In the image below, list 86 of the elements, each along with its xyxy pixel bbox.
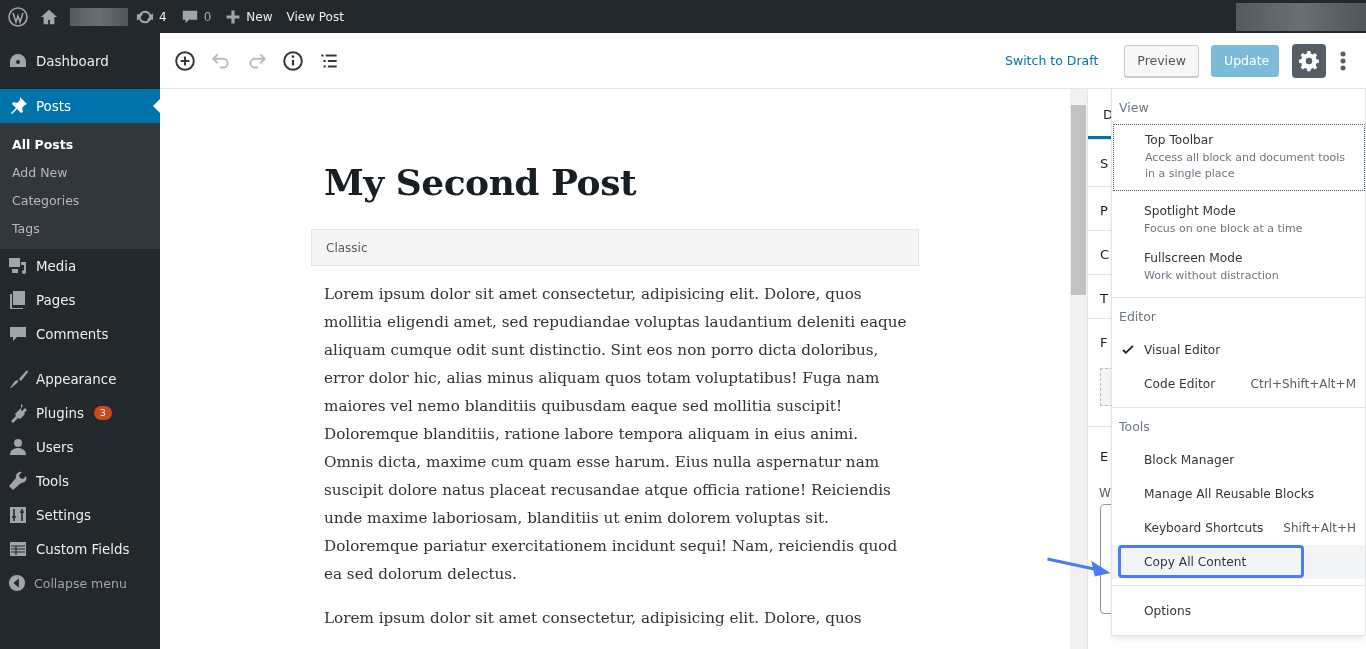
paragraph[interactable]: Lorem ipsum dolor sit amet consectetur, adipisicing elit. Dolore, quos bbox=[324, 604, 911, 632]
update-badge: 3 bbox=[93, 406, 112, 420]
block-label: Classic bbox=[326, 240, 368, 255]
item-title: Code Editor bbox=[1144, 377, 1216, 391]
sidebar-item[interactable]: Settings bbox=[0, 498, 160, 532]
menu-item[interactable]: Spotlight Mode Focus on one block at a time bbox=[1112, 197, 1365, 244]
sidebar-item[interactable]: Users bbox=[0, 430, 160, 464]
media-icon bbox=[8, 256, 28, 276]
group-label: View bbox=[1118, 99, 1150, 117]
submenu-item[interactable]: Tags bbox=[0, 214, 160, 242]
preview-button[interactable]: Preview bbox=[1124, 44, 1199, 77]
menu-item[interactable]: Options bbox=[1112, 594, 1365, 628]
sliders-icon bbox=[8, 505, 28, 525]
sidebar-item[interactable]: Dashboard bbox=[0, 44, 160, 78]
paragraph[interactable]: Lorem ipsum dolor sit amet consectetur, adipisicing elit. Dolore, quos mollitia eligendi amet, sed repudiandae voluptas laudantium deleniti eaque aliquam cumque odit sunt distinctio. Sint eos non porro dicta doloribus, error dolor hic, alias minus aliquam quos totam voluptatibus! Fuga nam maiores vel nemo blanditiis quibusdam eaque sed mollitia suscipit! Doloremque blanditiis, ratione labore tempora aliquam in eius animi. Omnis dicta, maxime cum quam esse harum. Eius nulla aspernatur nam suscipit dolore natus placeat recusandae atque officia ratione! Reiciendis unde maxime laboriosam, blanditiis ut enim dolorem voluptas sit. Doloremque pariatur exercitationem incidunt sequi! Nam, reiciendis quod ea sed dolorum delectus. bbox=[324, 280, 911, 588]
plus-icon bbox=[225, 8, 242, 25]
item-description: Access all block and document tools in a single place bbox=[1145, 150, 1346, 182]
item-description: Work without distraction bbox=[1144, 268, 1280, 284]
shortcut-text: Shift+Alt+H bbox=[1283, 521, 1356, 535]
item-title: Spotlight Mode bbox=[1144, 204, 1236, 218]
menu-item[interactable]: Code Editor Ctrl+Shift+Alt+M bbox=[1112, 367, 1365, 401]
section-title: F bbox=[1100, 335, 1108, 350]
more-vertical-icon bbox=[1340, 49, 1346, 72]
submenu-item[interactable]: Add New bbox=[0, 158, 160, 186]
comments-link[interactable]: 0 bbox=[180, 7, 212, 26]
wordpress-logo-icon bbox=[8, 6, 28, 27]
menu-item[interactable]: Manage All Reusable Blocks bbox=[1112, 477, 1365, 511]
collapse-menu-button[interactable]: Collapse menu bbox=[0, 566, 160, 600]
pages-icon bbox=[8, 290, 28, 310]
section-title: S bbox=[1100, 156, 1109, 171]
item-title: Keyboard Shortcuts bbox=[1144, 521, 1264, 535]
sidebar-item[interactable]: Pages bbox=[0, 283, 160, 317]
blurred-site-name bbox=[70, 7, 128, 26]
view-post-link[interactable]: View Post bbox=[286, 9, 344, 24]
new-link[interactable]: New bbox=[225, 8, 273, 25]
info-button[interactable] bbox=[282, 49, 304, 72]
shortcut-text: Ctrl+Shift+Alt+M bbox=[1250, 377, 1356, 391]
home-icon bbox=[40, 7, 58, 26]
comment-icon bbox=[8, 324, 28, 344]
settings-button[interactable] bbox=[1292, 43, 1326, 78]
section-title: P bbox=[1100, 203, 1108, 218]
update-count: 4 bbox=[159, 9, 167, 24]
submenu-item[interactable]: Categories bbox=[0, 186, 160, 214]
paintbrush-icon bbox=[8, 369, 28, 389]
menu-item[interactable]: Block Manager bbox=[1112, 443, 1365, 477]
scrollbar[interactable] bbox=[1070, 89, 1087, 649]
item-title: Copy All Content bbox=[1144, 555, 1247, 569]
sidebar-item[interactable]: Plugins 3 bbox=[0, 396, 160, 430]
user-icon bbox=[8, 437, 28, 457]
group-label: Tools bbox=[1118, 418, 1151, 436]
info-icon bbox=[282, 49, 304, 72]
menu-item[interactable]: Visual Editor bbox=[1112, 333, 1365, 367]
sidebar-item[interactable]: Tools bbox=[0, 464, 160, 498]
sidebar-item[interactable]: Posts bbox=[0, 89, 160, 123]
add-block-icon bbox=[174, 49, 196, 72]
section-title: T bbox=[1100, 291, 1108, 306]
section-title: C bbox=[1100, 247, 1110, 262]
menu-item[interactable]: Top Toolbar Access all block and document tools in a single place bbox=[1113, 124, 1365, 191]
sidebar-item[interactable]: Custom Fields bbox=[0, 532, 160, 566]
current-page-pointer bbox=[153, 99, 160, 113]
item-title: Fullscreen Mode bbox=[1144, 251, 1243, 265]
excerpt-label: W bbox=[1099, 486, 1111, 500]
table-icon bbox=[8, 539, 28, 559]
item-title: Visual Editor bbox=[1144, 343, 1221, 357]
switch-to-draft-link[interactable]: Switch to Draft bbox=[1005, 53, 1099, 68]
item-title: Options bbox=[1144, 604, 1192, 618]
wrench-icon bbox=[8, 471, 28, 491]
collapse-icon bbox=[8, 574, 26, 592]
menu-item[interactable]: Fullscreen Mode Work without distraction bbox=[1112, 244, 1365, 291]
section-title: E bbox=[1100, 449, 1109, 464]
sidebar-item[interactable]: Appearance bbox=[0, 362, 160, 396]
item-title: Manage All Reusable Blocks bbox=[1144, 487, 1315, 501]
sidebar-item[interactable]: Media bbox=[0, 249, 160, 283]
item-description: Focus on one block at a time bbox=[1144, 221, 1304, 237]
add-block-button[interactable] bbox=[174, 49, 196, 72]
item-title: Block Manager bbox=[1144, 453, 1235, 467]
new-label: New bbox=[246, 9, 273, 24]
item-title: Top Toolbar bbox=[1145, 133, 1214, 147]
sidebar-item[interactable]: Comments bbox=[0, 317, 160, 351]
comment-count: 0 bbox=[203, 9, 212, 24]
settings-icon bbox=[1298, 49, 1320, 72]
group-label: Editor bbox=[1118, 308, 1157, 326]
post-title[interactable]: My Second Post bbox=[324, 161, 1070, 203]
updates-link[interactable]: 4 bbox=[136, 7, 167, 26]
menu-item[interactable]: Keyboard Shortcuts Shift+Alt+H bbox=[1112, 511, 1365, 545]
submenu-item[interactable]: All Posts bbox=[0, 130, 160, 158]
